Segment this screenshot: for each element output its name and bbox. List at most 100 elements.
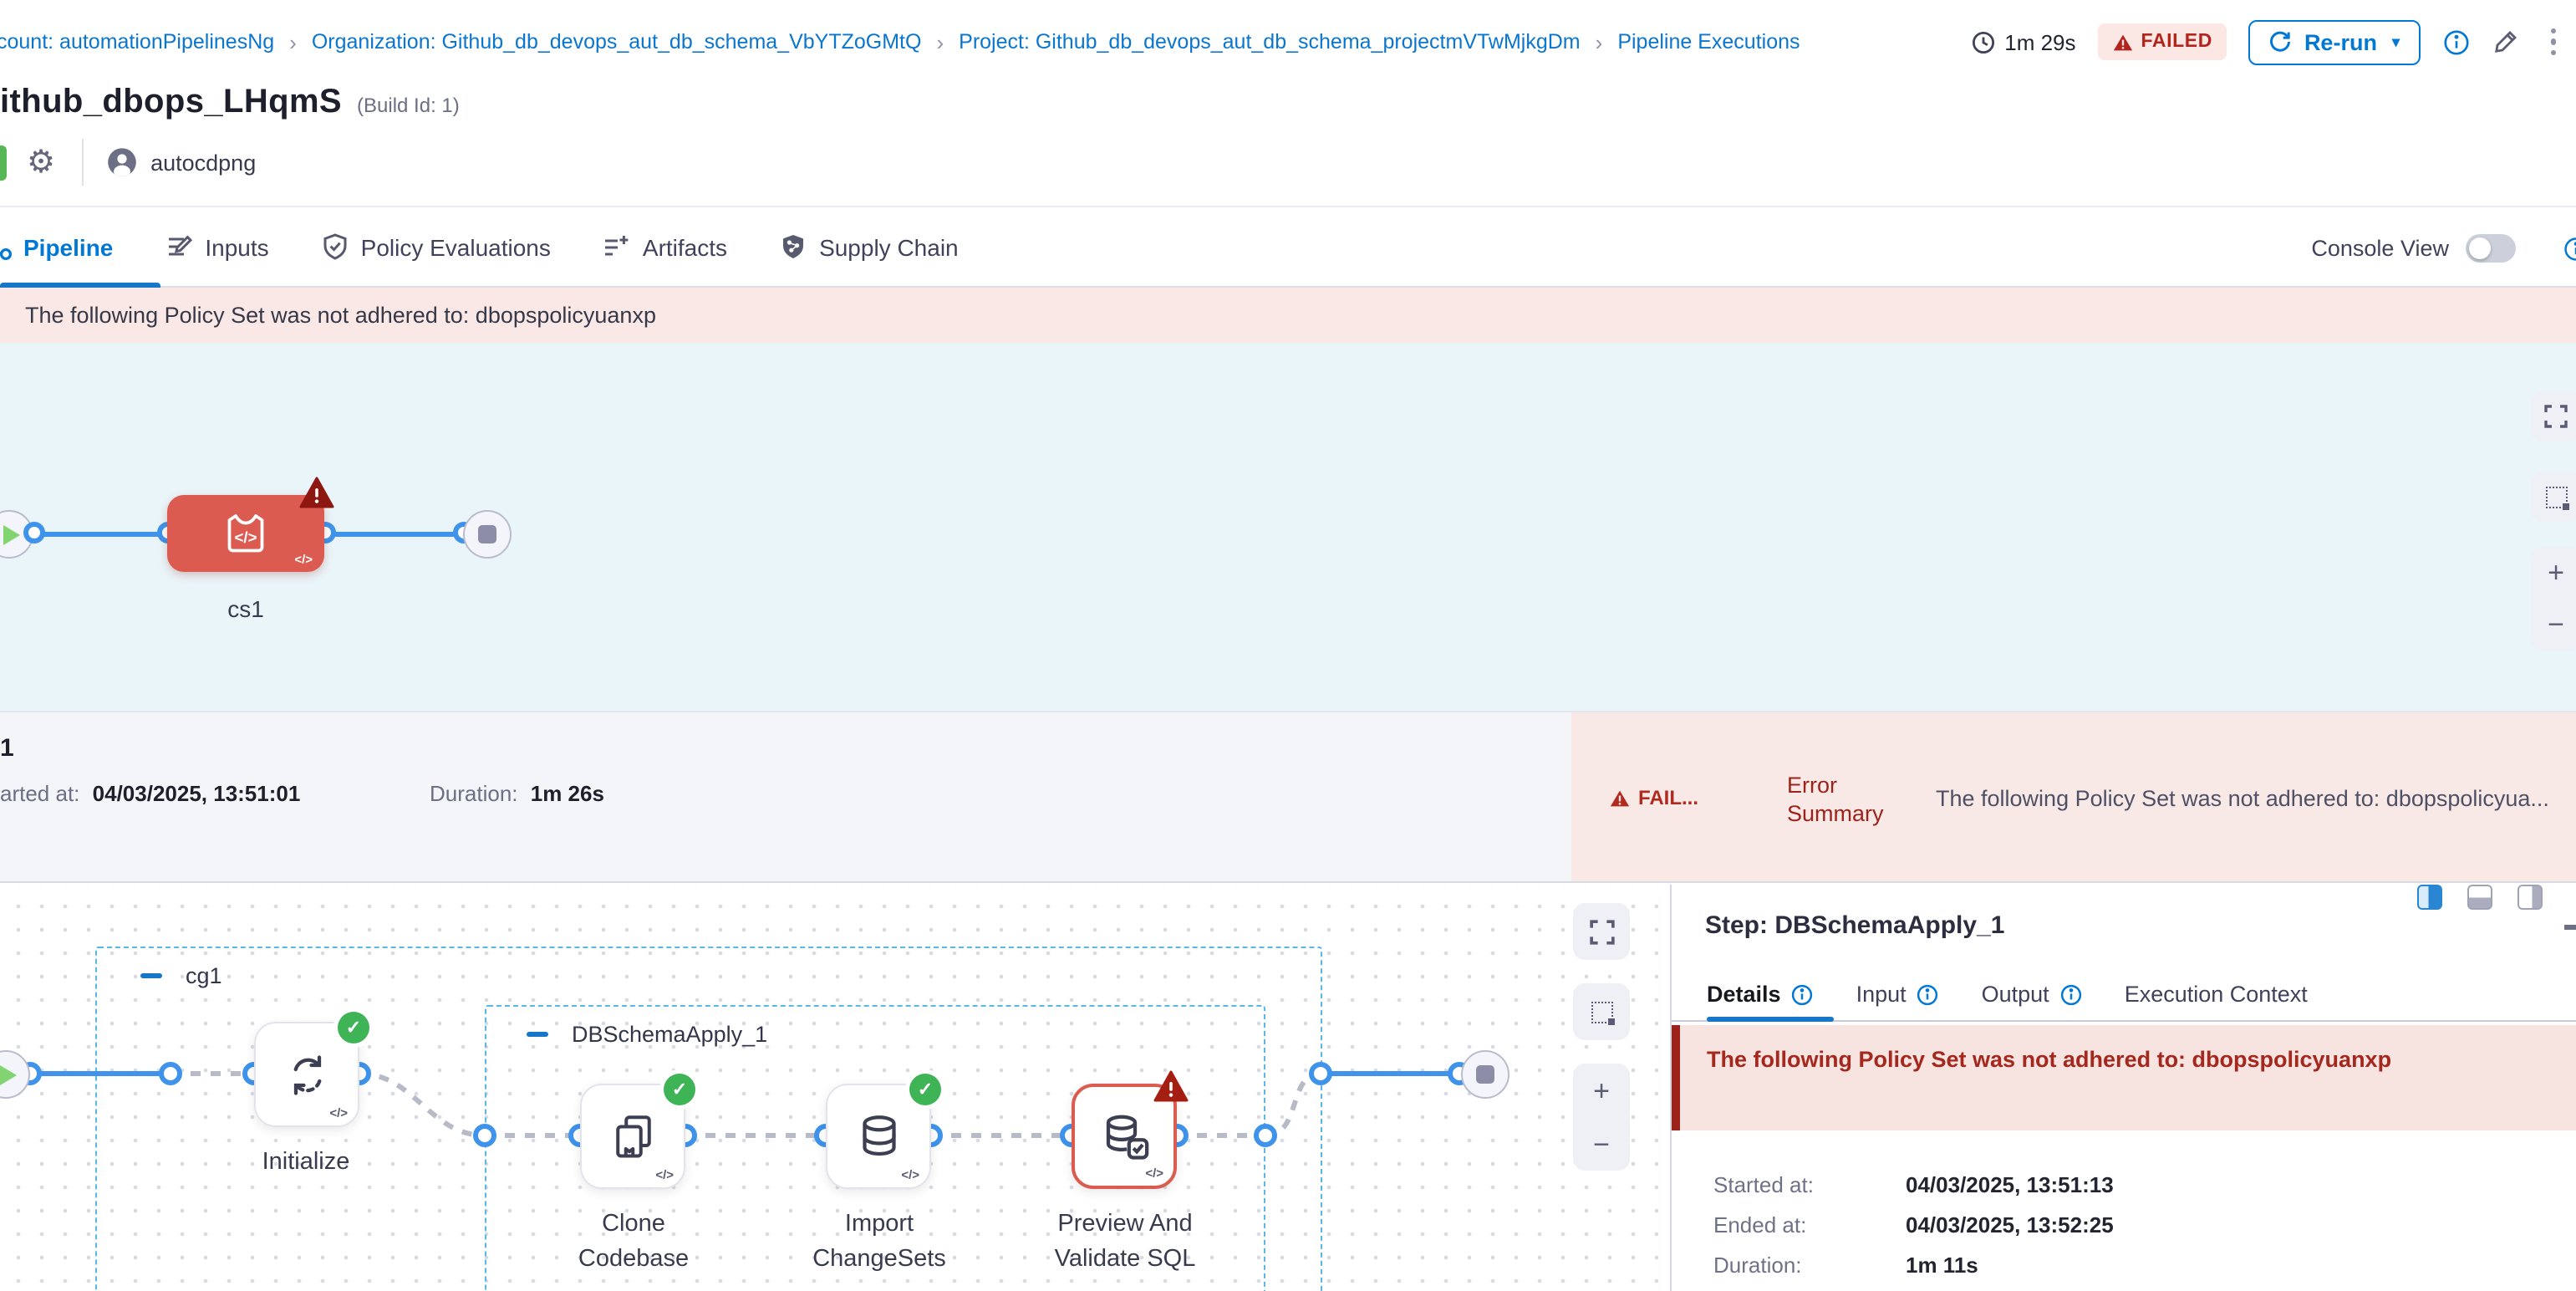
- trigger-user: autocdpng: [107, 147, 256, 177]
- graph-select-button[interactable]: [1573, 983, 1630, 1040]
- step-clone-codebase[interactable]: ✓ </>: [580, 1084, 685, 1189]
- breadcrumb-account[interactable]: count: automationPipelinesNg: [0, 30, 274, 54]
- clock-icon: [1971, 29, 1996, 54]
- stage-name: 1: [0, 734, 14, 763]
- started-at-label: arted at:: [0, 781, 79, 806]
- database-check-icon: [1097, 1110, 1151, 1163]
- stage-info-bar: 1 arted at: 04/03/2025, 13:51:01 Duratio…: [0, 711, 2576, 883]
- breadcrumb-pipeline-executions[interactable]: Pipeline Executions: [1617, 30, 1800, 54]
- duration-label: Duration:: [430, 781, 518, 806]
- stage-node-cs1[interactable]: </> </>: [167, 495, 324, 572]
- canvas-select-button[interactable]: [2531, 472, 2576, 522]
- canvas-fullscreen-button[interactable]: [2531, 391, 2576, 441]
- console-info-icon[interactable]: [2563, 236, 2576, 271]
- user-avatar-icon: [107, 147, 137, 177]
- elapsed-time: 1m 29s: [1971, 29, 2075, 54]
- success-badge-icon: ✓: [664, 1074, 695, 1105]
- stage-error-section: FAIL... Error Summary The following Poli…: [1571, 712, 2576, 881]
- code-glyph: </>: [329, 1105, 348, 1120]
- meta-row: ⚙ autocdpng: [0, 137, 256, 187]
- breadcrumb-separator: ›: [936, 29, 944, 54]
- divider: [82, 139, 84, 186]
- info-icon: [2059, 982, 2083, 1006]
- panel-tab-details[interactable]: Details: [1707, 982, 1815, 1007]
- stop-icon: [1476, 1065, 1494, 1084]
- console-view-toggle[interactable]: [2466, 234, 2516, 263]
- stop-icon: [478, 525, 496, 543]
- failed-badge-icon: [1153, 1070, 1189, 1102]
- minimize-panel-icon[interactable]: [2564, 925, 2576, 929]
- edit-pipeline-icon[interactable]: [2492, 28, 2518, 55]
- step-import-changesets-label: ImportChangeSets: [777, 1207, 981, 1278]
- title-row: ithub_dbops_LHqmS (Build Id: 1): [0, 84, 460, 134]
- graph-fullscreen-button[interactable]: [1573, 903, 1630, 960]
- info-icon: [1917, 982, 1940, 1006]
- canvas-zoom-controls: + −: [2531, 547, 2576, 651]
- svg-text:</>: </>: [234, 528, 257, 546]
- warning-triangle-icon: [2113, 33, 2133, 51]
- layout-right-view-icon[interactable]: [2417, 885, 2442, 910]
- execution-detail-split: cg1 DBSchemaApply_1: [0, 885, 2576, 1291]
- layout-float-view-icon[interactable]: [2517, 885, 2543, 910]
- step-initialize[interactable]: ✓ </>: [254, 1022, 359, 1127]
- rerun-button[interactable]: Re-run ▾: [2249, 19, 2420, 64]
- zoom-in-icon[interactable]: +: [2548, 559, 2564, 587]
- step-error-message: The following Policy Set was not adhered…: [1672, 1025, 2576, 1130]
- step-preview-validate-sql[interactable]: </>: [1072, 1084, 1177, 1189]
- zoom-out-icon[interactable]: −: [1593, 1130, 1610, 1158]
- tag-icon: [0, 145, 7, 180]
- code-glyph: </>: [901, 1167, 919, 1182]
- breadcrumb-project[interactable]: Project: Github_db_devops_aut_db_schema_…: [959, 30, 1580, 54]
- code-glyph: </>: [655, 1167, 674, 1182]
- panel-tab-input[interactable]: Input: [1856, 982, 1940, 1007]
- custom-stage-icon: </>: [221, 508, 271, 559]
- panel-tabs: Details Input Output Execution Context: [1707, 982, 2308, 1007]
- marquee-select-icon: [1591, 1001, 1612, 1023]
- info-icon: [1791, 982, 1815, 1006]
- success-badge-icon: ✓: [338, 1012, 369, 1044]
- page-title: ithub_dbops_LHqmS: [0, 84, 342, 122]
- code-glyph: </>: [294, 552, 313, 567]
- layout-bottom-view-icon[interactable]: [2467, 885, 2492, 910]
- stage-canvas: </> </> cs1 + −: [0, 343, 2576, 711]
- step-preview-validate-sql-label: Preview AndValidate SQL: [1023, 1207, 1227, 1278]
- breadcrumb-organization[interactable]: Organization: Github_db_devops_aut_db_sc…: [312, 30, 922, 54]
- marquee-select-icon: [2545, 486, 2567, 508]
- zoom-out-icon[interactable]: −: [2548, 610, 2564, 639]
- tab-policy-evaluations[interactable]: Policy Evaluations: [321, 232, 551, 261]
- rerun-refresh-icon: [2269, 30, 2293, 54]
- edge-line: [324, 532, 465, 537]
- step-graph-canvas: cg1 DBSchemaApply_1: [0, 885, 1672, 1291]
- panel-tab-execution-context[interactable]: Execution Context: [2125, 982, 2308, 1007]
- step-details-panel: Step: DBSchemaApply_1 Details Input Outp…: [1672, 885, 2576, 1291]
- fullscreen-icon: [1589, 919, 1614, 944]
- execution-tabs: Pipeline Inputs Policy Evaluations Artif…: [0, 206, 2576, 288]
- tab-artifacts[interactable]: Artifacts: [603, 232, 727, 261]
- execution-info-icon[interactable]: [2441, 28, 2470, 56]
- stage-node-label: cs1: [167, 595, 324, 622]
- play-icon: [3, 524, 20, 544]
- pipeline-tab-icon: [0, 232, 17, 263]
- clone-codebase-icon: [608, 1111, 658, 1161]
- step-import-changesets[interactable]: ✓ </>: [826, 1084, 931, 1189]
- tab-supply-chain[interactable]: Supply Chain: [779, 232, 959, 261]
- step-clone-codebase-label: CloneCodebase: [532, 1207, 736, 1278]
- graph-zoom-controls: + −: [1573, 1064, 1630, 1171]
- gear-icon[interactable]: ⚙: [27, 143, 55, 181]
- top-bar-actions: 1m 29s FAILED Re-run ▾: [1971, 0, 2566, 84]
- edge-line: [33, 532, 167, 537]
- policy-shield-icon: [321, 232, 349, 261]
- panel-tab-output[interactable]: Output: [1982, 982, 2083, 1007]
- tab-inputs[interactable]: Inputs: [165, 232, 268, 261]
- play-icon: [0, 1064, 17, 1084]
- error-summary-label: Error Summary: [1787, 771, 1924, 828]
- duration-value: 1m 26s: [531, 781, 604, 806]
- database-icon: [853, 1111, 904, 1161]
- stage-warning-badge-icon: [299, 477, 334, 508]
- stage-meta: arted at: 04/03/2025, 13:51:01 Duration:…: [0, 781, 300, 806]
- caret-down-icon: ▾: [2392, 33, 2400, 51]
- tab-pipeline[interactable]: Pipeline: [23, 233, 113, 260]
- zoom-in-icon[interactable]: +: [1593, 1076, 1610, 1105]
- kebab-menu-icon[interactable]: [2540, 25, 2566, 59]
- pipeline-end-node: [463, 510, 512, 559]
